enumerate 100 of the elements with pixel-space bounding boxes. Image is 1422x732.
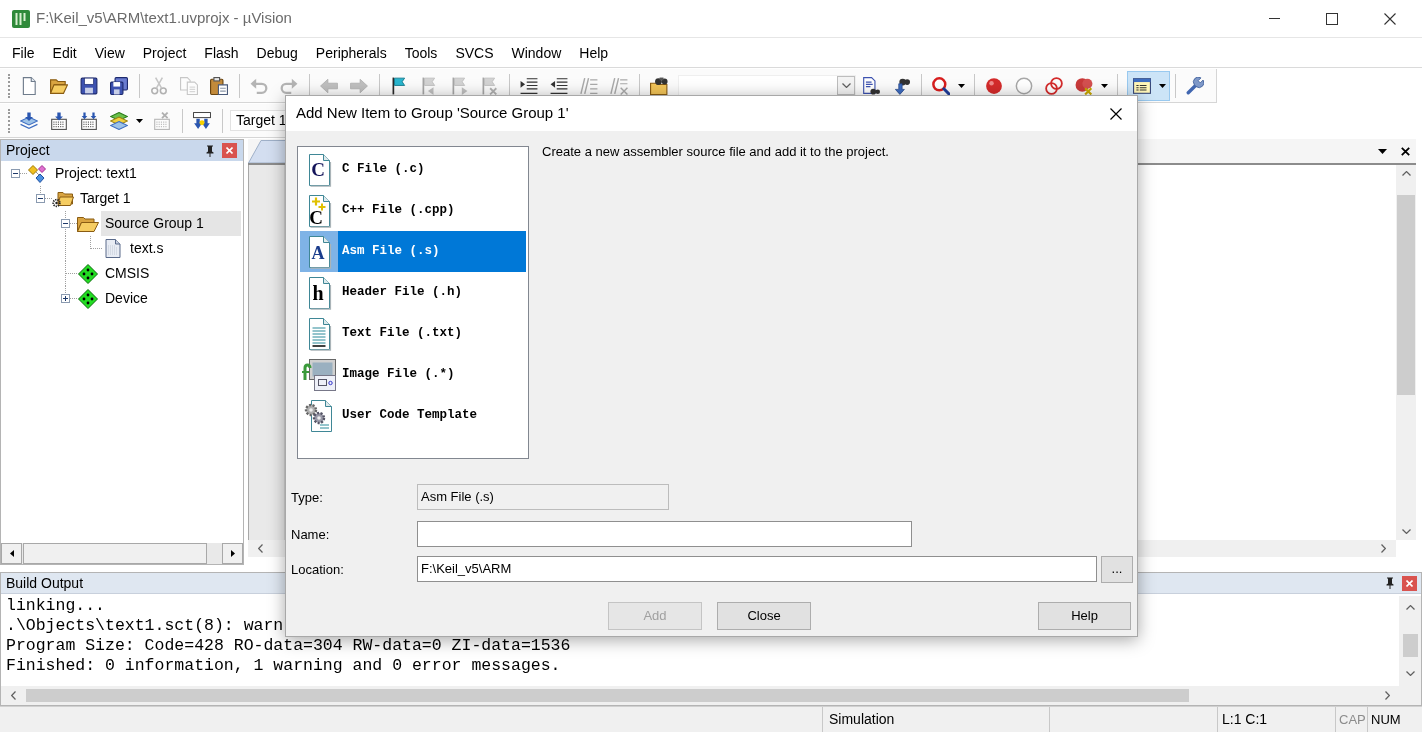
- list-item[interactable]: A Asm File (.s): [300, 231, 526, 272]
- tree-item[interactable]: Source Group 1: [101, 211, 241, 236]
- magnifier-icon[interactable]: [932, 76, 950, 95]
- menu-item[interactable]: Project: [133, 42, 196, 63]
- caret-icon[interactable]: [1378, 148, 1387, 154]
- menu-item[interactable]: Help: [570, 42, 618, 63]
- list-item[interactable]: C C++ File (.cpp): [300, 190, 526, 231]
- page-icon[interactable]: [20, 76, 38, 95]
- maximize-icon[interactable]: [1326, 12, 1338, 25]
- caret-icon[interactable]: [1159, 83, 1166, 88]
- chevron-left-icon[interactable]: [10, 691, 16, 700]
- chevron-down-icon[interactable]: [1401, 529, 1411, 534]
- list-item[interactable]: User Code Template: [300, 395, 526, 436]
- chevron-right-icon[interactable]: [1381, 544, 1386, 553]
- layers-icon[interactable]: [110, 111, 128, 130]
- browse-button[interactable]: ...: [1101, 555, 1133, 583]
- letter-page-icon: C: [306, 193, 332, 228]
- scroll-left-button[interactable]: [1, 543, 22, 564]
- chevron-up-icon[interactable]: [1405, 605, 1415, 610]
- ring-icon[interactable]: [1015, 76, 1033, 95]
- page-binoculars-icon[interactable]: [862, 76, 880, 95]
- layers-arrow-icon[interactable]: [20, 111, 38, 130]
- indent-icon[interactable]: [520, 76, 538, 95]
- list-item[interactable]: C C File (.c): [300, 149, 526, 190]
- close-icon[interactable]: [1110, 107, 1122, 120]
- list-item[interactable]: h Header File (.h): [300, 272, 526, 313]
- tree-item[interactable]: Project: text1: [55, 161, 137, 186]
- close-button[interactable]: [1402, 575, 1417, 591]
- menu-item[interactable]: View: [85, 42, 134, 63]
- menu-item[interactable]: Peripherals: [306, 42, 396, 63]
- menu-item[interactable]: Window: [502, 42, 571, 63]
- folder-icon[interactable]: [50, 76, 68, 95]
- menu-item[interactable]: Debug: [247, 42, 307, 63]
- scrollbar-thumb[interactable]: [23, 543, 207, 564]
- menu-item[interactable]: Edit: [43, 42, 86, 63]
- field-label: Location:: [291, 562, 344, 577]
- menu-item[interactable]: File: [3, 42, 44, 63]
- scrollbar-thumb[interactable]: [1397, 195, 1415, 395]
- minus-box-icon[interactable]: [36, 194, 45, 203]
- outdent-icon[interactable]: [550, 76, 568, 95]
- tree-item[interactable]: CMSIS: [105, 261, 150, 286]
- dialog-button[interactable]: Close: [717, 602, 811, 630]
- flag-icon[interactable]: [390, 76, 408, 95]
- clipboard-icon[interactable]: [210, 76, 228, 95]
- letter-page-icon: h: [306, 275, 332, 310]
- grid-arrow-icon[interactable]: [50, 111, 68, 130]
- grid-arrows-icon[interactable]: [80, 111, 98, 130]
- grip-icon[interactable]: [8, 73, 11, 98]
- minimize-icon[interactable]: [1268, 18, 1280, 19]
- chevron-right-icon[interactable]: [1384, 691, 1390, 700]
- chevron-up-icon[interactable]: [1401, 171, 1411, 176]
- floppy-disks-icon[interactable]: [110, 76, 128, 95]
- tree-item[interactable]: text.s: [130, 236, 164, 261]
- toggle-button[interactable]: [1127, 70, 1170, 101]
- caret-icon[interactable]: [136, 118, 143, 123]
- menu-item[interactable]: Tools: [395, 42, 447, 63]
- minus-box-icon[interactable]: [11, 169, 20, 178]
- lined-page-icon: [306, 316, 332, 351]
- close-icon[interactable]: [1401, 146, 1410, 156]
- output-line: Program Size: Code=428 RO-data=304 RW-data=0 ZI-data=1536: [6, 636, 571, 656]
- caret-icon[interactable]: [1101, 83, 1108, 88]
- wrench-icon[interactable]: [1186, 76, 1204, 95]
- dialog-button[interactable]: Help: [1038, 602, 1131, 630]
- grip-icon[interactable]: [8, 108, 11, 133]
- chevron-down-icon[interactable]: [841, 83, 851, 88]
- close-icon: [1406, 579, 1413, 587]
- text-field[interactable]: [417, 521, 912, 547]
- diamond-icon: [78, 263, 98, 284]
- minus-box-icon[interactable]: [61, 219, 70, 228]
- list-item[interactable]: Image File (.*): [300, 354, 526, 395]
- binoculars-arrow-icon[interactable]: [892, 76, 910, 95]
- plus-box-icon[interactable]: [61, 294, 70, 303]
- rings-icon[interactable]: [1045, 76, 1063, 95]
- field-label: Name:: [291, 527, 330, 542]
- window-icon[interactable]: [1133, 76, 1151, 95]
- chevron-down-icon[interactable]: [1405, 671, 1415, 676]
- text-field[interactable]: Asm File (.s): [417, 484, 669, 510]
- output-line: linking...: [6, 596, 106, 616]
- download-icon[interactable]: [193, 111, 211, 130]
- folder-binoculars-icon[interactable]: [650, 76, 668, 95]
- menu-item[interactable]: SVCS: [446, 42, 503, 63]
- tree-item[interactable]: Device: [105, 286, 148, 311]
- chevron-left-icon[interactable]: [258, 544, 263, 553]
- scroll-right-button[interactable]: [222, 543, 243, 564]
- dot-icon[interactable]: [985, 76, 1003, 95]
- dropdown-field[interactable]: [678, 75, 856, 96]
- tree-item[interactable]: Target 1: [80, 186, 131, 211]
- triangle-right-icon[interactable]: [230, 550, 235, 557]
- scrollbar-thumb[interactable]: [1402, 634, 1418, 657]
- dot-cross-icon[interactable]: [1075, 76, 1093, 95]
- scrollbar-thumb[interactable]: [26, 689, 1189, 702]
- caret-icon[interactable]: [958, 83, 965, 88]
- menu-item[interactable]: Flash: [195, 42, 248, 63]
- text-field[interactable]: F:\Keil_v5\ARM: [417, 556, 1097, 582]
- triangle-left-icon[interactable]: [9, 550, 14, 557]
- pin-icon[interactable]: [206, 144, 214, 157]
- close-icon[interactable]: [1384, 12, 1396, 25]
- pin-icon[interactable]: [1386, 577, 1394, 589]
- list-item[interactable]: Text File (.txt): [300, 313, 526, 354]
- close-button[interactable]: [222, 143, 237, 158]
